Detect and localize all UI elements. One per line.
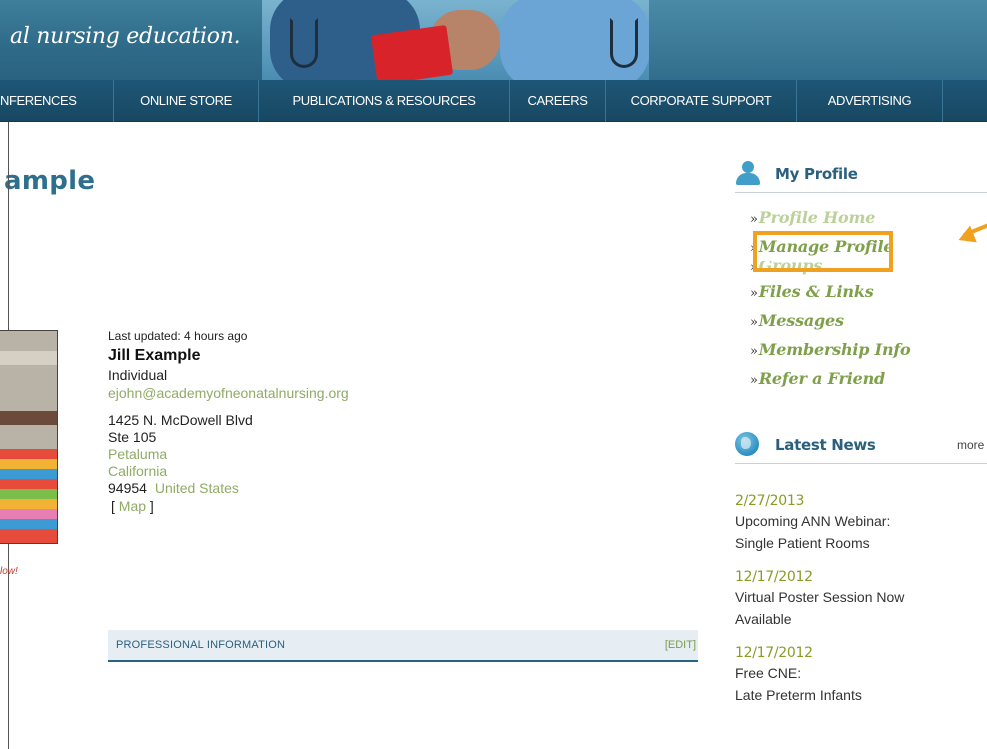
news-item[interactable]: 12/17/2012 Free CNE: Late Preterm Infant… [735,644,985,706]
news-title[interactable]: Upcoming ANN Webinar: [735,510,985,532]
professional-info-label: PROFESSIONAL INFORMATION [116,639,286,651]
my-profile-title: My Profile [775,165,858,183]
email-link[interactable]: ejohn@academyofneonatalnursing.org [108,384,508,402]
avatar-caption[interactable]: low! [0,566,18,577]
city-link[interactable]: Petaluma [108,446,508,463]
nav-item-online-store[interactable]: ONLINE STORE [114,80,258,122]
map-bracket-close: ] [149,498,154,514]
more-news-link[interactable]: more [957,438,984,452]
page-title: ample [4,166,96,196]
state-link[interactable]: California [108,463,508,480]
menu-item-messages[interactable]: »Messages [750,306,980,335]
menu-item-profile-home[interactable]: »Profile Home [750,203,980,232]
profile-info: Last updated: 4 hours ago Jill Example I… [108,328,508,515]
main-nav: NFERENCES ONLINE STORE PUBLICATIONS & RE… [0,80,987,122]
nav-item-careers[interactable]: CAREERS [510,80,605,122]
nav-item-advertising[interactable]: ADVERTISING [797,80,942,122]
banner-decoration [649,0,987,80]
news-date: 12/17/2012 [735,569,813,585]
arrow-icon [955,220,987,250]
latest-news-title: Latest News [775,436,876,454]
site-tagline: al nursing education. [10,24,241,49]
latest-news-header: Latest News more [735,428,987,464]
address-line2: Ste 105 [108,429,157,445]
nav-item-corporate-support[interactable]: CORPORATE SUPPORT [606,80,796,122]
news-list: 2/27/2013 Upcoming ANN Webinar: Single P… [735,492,985,720]
menu-item-label: Files & Links [758,282,874,301]
news-item[interactable]: 2/27/2013 Upcoming ANN Webinar: Single P… [735,492,985,554]
member-name: Jill Example [108,347,201,364]
country-link[interactable]: United States [155,480,239,496]
news-title[interactable]: Available [735,608,985,630]
header-banner: al nursing education. [0,0,987,80]
menu-item-refer-friend[interactable]: »Refer a Friend [750,364,980,393]
news-title[interactable]: Virtual Poster Session Now [735,586,985,608]
map-bracket-open: [ [111,498,115,514]
professional-info-bar: PROFESSIONAL INFORMATION [EDIT] [108,630,698,662]
edit-button[interactable]: [EDIT] [665,639,696,651]
my-profile-header: My Profile [735,157,987,193]
last-updated: Last updated: 4 hours ago [108,329,248,343]
news-title[interactable]: Late Preterm Infants [735,684,985,706]
globe-icon [735,432,759,456]
menu-item-label: Refer a Friend [758,369,886,388]
address-block: 1425 N. McDowell Blvd Ste 105 Petaluma C… [108,412,508,515]
nav-item-publications[interactable]: PUBLICATIONS & RESOURCES [259,80,509,122]
avatar [0,330,58,544]
menu-item-files-links[interactable]: »Files & Links [750,277,980,306]
news-date: 12/17/2012 [735,645,813,661]
address-line1: 1425 N. McDowell Blvd [108,412,253,428]
zip-code: 94954 [108,480,147,496]
news-title[interactable]: Free CNE: [735,662,985,684]
member-type: Individual [108,367,168,383]
menu-item-membership-info[interactable]: »Membership Info [750,335,980,364]
user-icon [735,161,761,187]
highlight-box [753,231,893,272]
news-date: 2/27/2013 [735,493,805,509]
header-photo [262,0,649,80]
news-title[interactable]: Single Patient Rooms [735,532,985,554]
menu-item-label: Profile Home [758,208,876,227]
map-link[interactable]: Map [119,498,146,514]
menu-item-label: Messages [758,311,844,330]
nav-item-conferences[interactable]: NFERENCES [0,80,113,122]
menu-item-label: Membership Info [758,340,911,359]
news-item[interactable]: 12/17/2012 Virtual Poster Session Now Av… [735,568,985,630]
